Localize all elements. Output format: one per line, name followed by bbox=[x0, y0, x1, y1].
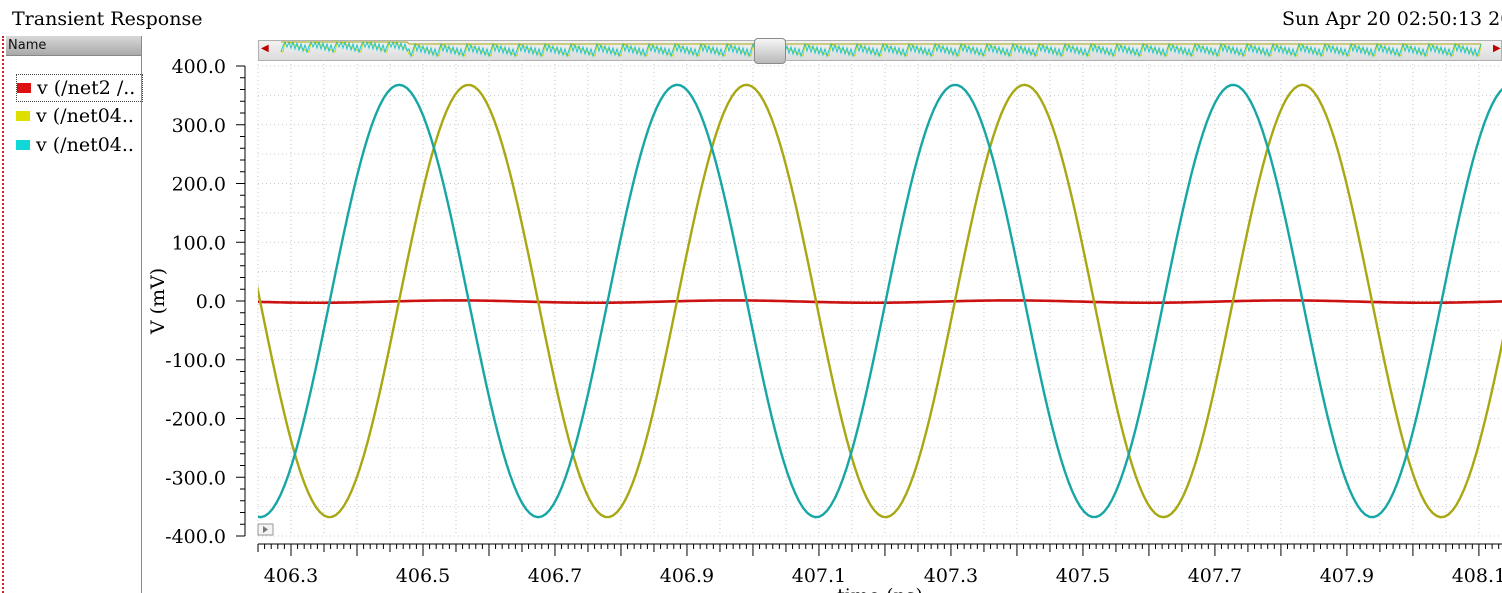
y-tick-label: 100.0 bbox=[172, 232, 226, 254]
y-tick-label: -100.0 bbox=[165, 350, 226, 372]
x-tick-label: 407.1 bbox=[792, 565, 846, 587]
axes bbox=[236, 65, 1502, 556]
x-axis-label: time (ns) bbox=[837, 585, 923, 593]
y-axis-label: V (mV) bbox=[147, 268, 169, 335]
y-tick-label: 0.0 bbox=[196, 291, 226, 313]
y-tick-label: 200.0 bbox=[172, 174, 226, 196]
x-tick-label: 407.9 bbox=[1320, 565, 1374, 587]
x-tick-label: 406.7 bbox=[528, 565, 582, 587]
x-tick-label: 406.5 bbox=[396, 565, 450, 587]
y-tick-label: -200.0 bbox=[165, 409, 226, 431]
y-tick-label: 400.0 bbox=[172, 56, 226, 78]
y-tick-label: -400.0 bbox=[165, 526, 226, 548]
y-tick-label: 300.0 bbox=[172, 115, 226, 137]
x-tick-label: 406.3 bbox=[264, 565, 318, 587]
series-line-0[interactable] bbox=[245, 299, 1502, 305]
x-tick-label: 408.1 bbox=[1452, 565, 1502, 587]
grid bbox=[257, 60, 1502, 537]
y-tick-label: -300.0 bbox=[165, 467, 226, 489]
waveform-chart[interactable]: 400.0 300.0 200.0 100.0 0.0 -100.0 -200.0 -300.… bbox=[0, 0, 1502, 593]
x-tick-label: 407.7 bbox=[1188, 565, 1242, 587]
x-tick-label: 407.5 bbox=[1056, 565, 1110, 587]
x-tick-label: 406.9 bbox=[660, 565, 714, 587]
x-tick-label: 407.3 bbox=[924, 565, 978, 587]
